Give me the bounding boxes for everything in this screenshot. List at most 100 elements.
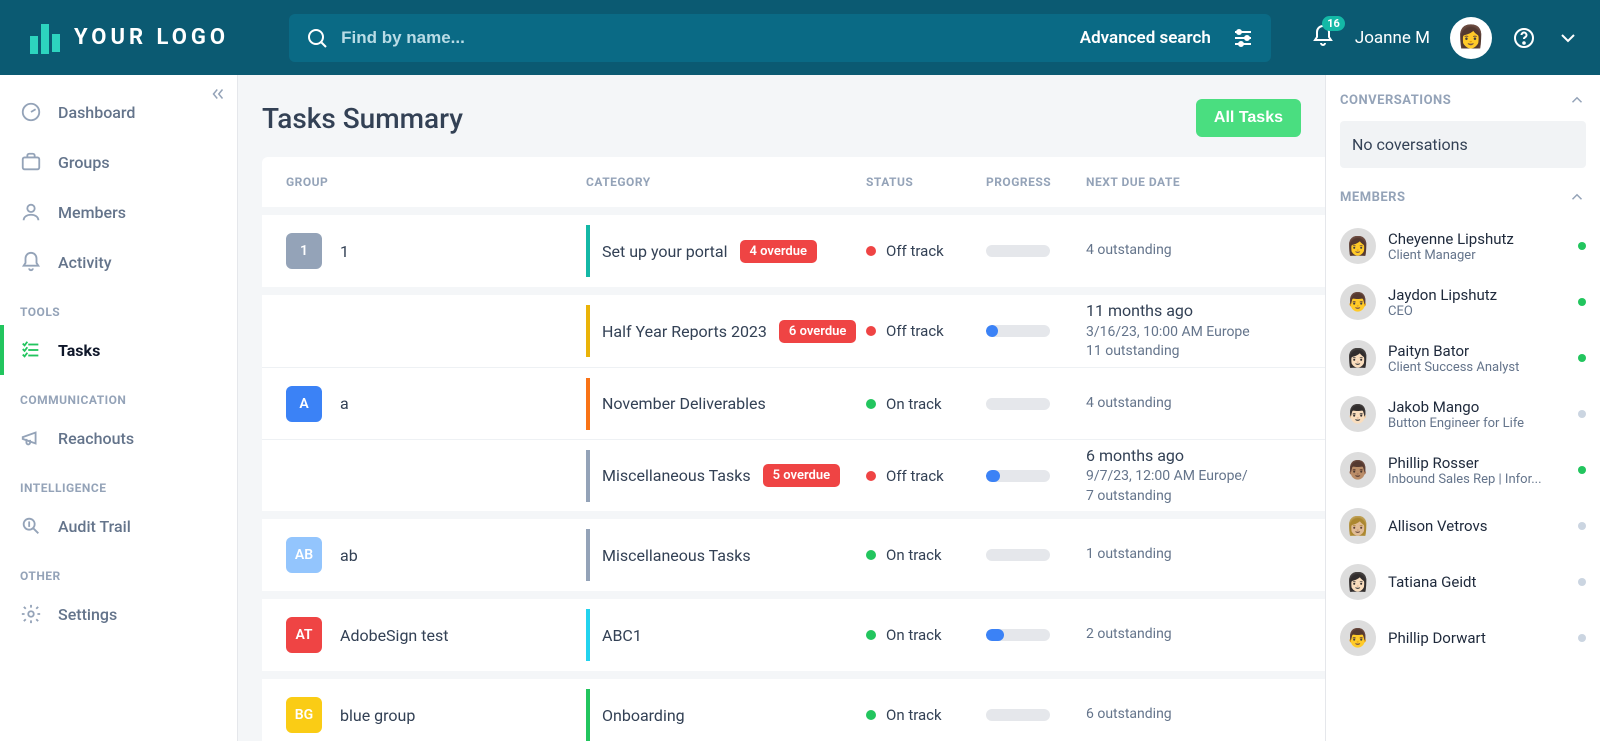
sidebar-item-activity[interactable]: Activity — [0, 237, 237, 287]
member-row[interactable]: 👨 Jaydon Lipshutz CEO — [1340, 274, 1586, 330]
table-row[interactable]: Half Year Reports 2023 6 overdue Off tra… — [262, 295, 1325, 367]
table-row[interactable]: ATAdobeSign test ABC1 On track 2 outstan… — [262, 599, 1325, 671]
sidebar-section-label: OTHER — [0, 551, 237, 589]
overdue-badge: 6 overdue — [779, 320, 856, 343]
member-name: Cheyenne Lipshutz — [1388, 230, 1566, 248]
member-avatar: 👨 — [1340, 620, 1376, 656]
status-cell: On track — [866, 546, 986, 564]
due-cell: 11 months ago 3/16/23, 10:00 AM Europe 1… — [1086, 300, 1301, 362]
group-block: AB ab Miscellaneous Tasks On track 1 outs… — [262, 511, 1325, 591]
progress-bar — [986, 629, 1050, 641]
sidebar-item-tasks[interactable]: Tasks — [0, 325, 237, 375]
member-name: Paityn Bator — [1388, 342, 1566, 360]
due-cell: 6 outstanding — [1086, 705, 1301, 725]
member-role: Client Success Analyst — [1388, 360, 1566, 375]
group-name: a — [340, 394, 349, 413]
sidebar-item-reachouts[interactable]: Reachouts — [0, 413, 237, 463]
member-row[interactable]: 👩 Cheyenne Lipshutz Client Manager — [1340, 218, 1586, 274]
tasks-table: GROUPCATEGORYSTATUSPROGRESSNEXT DUE DATE… — [262, 157, 1325, 741]
group-cell[interactable]: BGblue group — [286, 697, 586, 733]
column-header: NEXT DUE DATE — [1086, 175, 1301, 189]
sliders-icon[interactable] — [1231, 26, 1255, 50]
chevron-up-icon[interactable] — [1568, 188, 1586, 206]
due-cell: 2 outstanding — [1086, 625, 1301, 645]
group-name: AdobeSign test — [340, 626, 448, 645]
sidebar-item-settings[interactable]: Settings — [0, 589, 237, 639]
member-name: Tatiana Geidt — [1388, 573, 1566, 591]
member-name: Phillip Rosser — [1388, 454, 1566, 472]
table-row[interactable]: AB ab Miscellaneous Tasks On track 1 outs… — [262, 519, 1325, 591]
notifications-button[interactable]: 16 — [1311, 24, 1335, 52]
group-block: BGblue group Onboarding On track 6 outst… — [262, 671, 1325, 741]
sidebar-item-label: Reachouts — [58, 429, 134, 448]
sidebar-item-label: Audit Trail — [58, 517, 131, 536]
group-chip: 1 — [286, 233, 322, 269]
search-input[interactable] — [341, 28, 1068, 48]
sidebar-item-audit trail[interactable]: Audit Trail — [0, 501, 237, 551]
presence-dot-icon — [1578, 298, 1586, 306]
table-row[interactable]: Aa November Deliverables On track 4 outs… — [262, 367, 1325, 439]
avatar[interactable]: 👩 — [1450, 17, 1492, 59]
right-panel: CONVERSATIONS No coversations MEMBERS 👩 … — [1325, 75, 1600, 741]
status-dot-icon — [866, 550, 876, 560]
sidebar-item-members[interactable]: Members — [0, 187, 237, 237]
member-role: Client Manager — [1388, 248, 1566, 263]
group-cell[interactable]: AB ab — [286, 537, 586, 573]
sidebar-item-dashboard[interactable]: Dashboard — [0, 87, 237, 137]
category-cell: Miscellaneous Tasks — [586, 529, 866, 581]
search-bar[interactable]: Advanced search — [289, 14, 1271, 62]
group-cell[interactable]: Aa — [286, 386, 586, 422]
help-icon[interactable] — [1512, 26, 1536, 50]
chevron-up-icon[interactable] — [1568, 91, 1586, 109]
group-cell[interactable]: ATAdobeSign test — [286, 617, 586, 653]
group-chip: AB — [286, 537, 322, 573]
status-cell: Off track — [866, 322, 986, 340]
group-name: ab — [340, 546, 358, 565]
progress-bar — [986, 470, 1050, 482]
group-block: ATAdobeSign test ABC1 On track 2 outstan… — [262, 591, 1325, 671]
member-row[interactable]: 👨🏽 Phillip Rosser Inbound Sales Rep | In… — [1340, 442, 1586, 498]
member-avatar: 👨🏻 — [1340, 396, 1376, 432]
member-row[interactable]: 👩🏻 Paityn Bator Client Success Analyst — [1340, 330, 1586, 386]
member-row[interactable]: 👩🏻 Tatiana Geidt — [1340, 554, 1586, 610]
chevron-down-icon[interactable] — [1556, 26, 1580, 50]
category-name: Miscellaneous Tasks — [602, 546, 751, 565]
overdue-badge: 5 overdue — [763, 464, 840, 487]
status-text: On track — [886, 626, 942, 644]
member-row[interactable]: 👩🏼 Allison Vetrovs — [1340, 498, 1586, 554]
status-text: Off track — [886, 322, 944, 340]
member-row[interactable]: 👨 Phillip Dorwart — [1340, 610, 1586, 666]
sidebar-item-label: Groups — [58, 153, 110, 172]
due-cell: 1 outstanding — [1086, 545, 1301, 565]
logo[interactable]: YOUR LOGO — [30, 22, 229, 54]
advanced-search-link[interactable]: Advanced search — [1080, 28, 1211, 48]
user-name[interactable]: Joanne M — [1355, 28, 1430, 48]
member-row[interactable]: 👨🏻 Jakob Mango Button Engineer for Life — [1340, 386, 1586, 442]
table-row[interactable]: Miscellaneous Tasks 5 overdue Off track … — [262, 439, 1325, 511]
table-row[interactable]: 11 Set up your portal 4 overdue Off trac… — [262, 215, 1325, 287]
sidebar-item-label: Tasks — [58, 341, 100, 360]
search-icon — [305, 26, 329, 50]
header-actions: 16 Joanne M 👩 — [1311, 17, 1580, 59]
sidebar-item-groups[interactable]: Groups — [0, 137, 237, 187]
no-conversations-text: No coversations — [1340, 121, 1586, 168]
member-role: CEO — [1388, 304, 1566, 319]
members-heading: MEMBERS — [1340, 190, 1406, 205]
presence-dot-icon — [1578, 578, 1586, 586]
category-cell: Miscellaneous Tasks 5 overdue — [586, 450, 866, 502]
all-tasks-button[interactable]: All Tasks — [1196, 99, 1301, 137]
page-title: Tasks Summary — [262, 102, 463, 135]
status-cell: Off track — [866, 242, 986, 260]
collapse-sidebar-button[interactable] — [209, 85, 227, 108]
gauge-icon — [20, 101, 42, 123]
category-name: Miscellaneous Tasks — [602, 466, 751, 485]
table-row[interactable]: BGblue group Onboarding On track 6 outst… — [262, 679, 1325, 741]
sidebar-item-label: Dashboard — [58, 103, 135, 122]
logo-text: YOUR LOGO — [74, 26, 229, 49]
column-header: STATUS — [866, 175, 986, 189]
group-cell[interactable]: 11 — [286, 233, 586, 269]
sidebar: DashboardGroupsMembersActivity TOOLSTask… — [0, 75, 238, 741]
status-text: Off track — [886, 242, 944, 260]
progress-cell — [986, 325, 1086, 337]
category-name: Onboarding — [602, 706, 685, 725]
